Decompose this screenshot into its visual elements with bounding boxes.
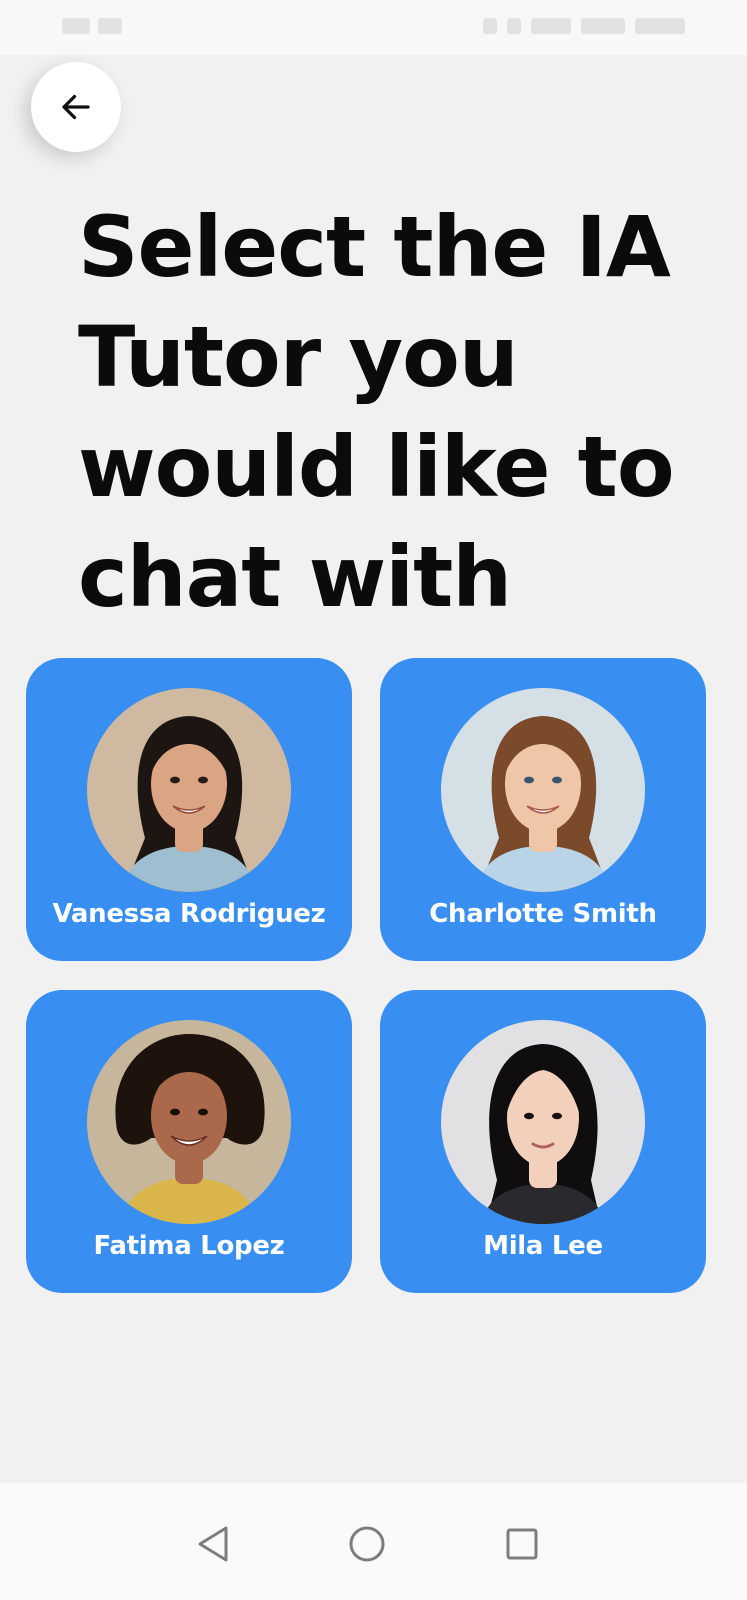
nav-recents-button[interactable] [497,1519,547,1569]
arrow-left-icon [62,94,90,120]
status-bar [0,0,747,55]
avatar [87,688,291,892]
alarm-icon [507,18,521,34]
tutor-card-charlotte-smith[interactable]: Charlotte Smith [380,658,706,961]
tutor-name: Mila Lee [483,1231,603,1261]
notification-icon [483,18,497,34]
circle-home-icon [349,1526,385,1562]
tutor-name: Charlotte Smith [429,899,657,929]
avatar [87,1020,291,1224]
avatar [441,688,645,892]
signal-icon [98,18,122,34]
back-button[interactable] [31,62,121,152]
page-title: Select the IA Tutor you would like to ch… [78,198,675,626]
nav-back-button[interactable] [188,1519,238,1569]
navigation-bar [0,1483,747,1600]
tutor-name: Vanessa Rodriguez [52,899,326,929]
avatar-portrait [87,1020,291,1224]
network-icon [62,18,90,34]
battery-icon [581,18,625,34]
tutor-card-vanessa-rodriguez[interactable]: Vanessa Rodriguez [26,658,352,961]
triangle-back-icon [198,1526,228,1562]
avatar-portrait [441,1020,645,1224]
status-right-indicators [483,18,685,34]
clock [635,18,685,34]
avatar-portrait [441,688,645,892]
status-left-indicators [62,18,122,34]
wifi-icon [531,18,571,34]
nav-home-button[interactable] [342,1519,392,1569]
tutor-card-fatima-lopez[interactable]: Fatima Lopez [26,990,352,1293]
avatar [441,1020,645,1224]
avatar-portrait [87,688,291,892]
tutor-card-mila-lee[interactable]: Mila Lee [380,990,706,1293]
tutor-name: Fatima Lopez [93,1231,285,1261]
square-recents-icon [506,1528,538,1560]
